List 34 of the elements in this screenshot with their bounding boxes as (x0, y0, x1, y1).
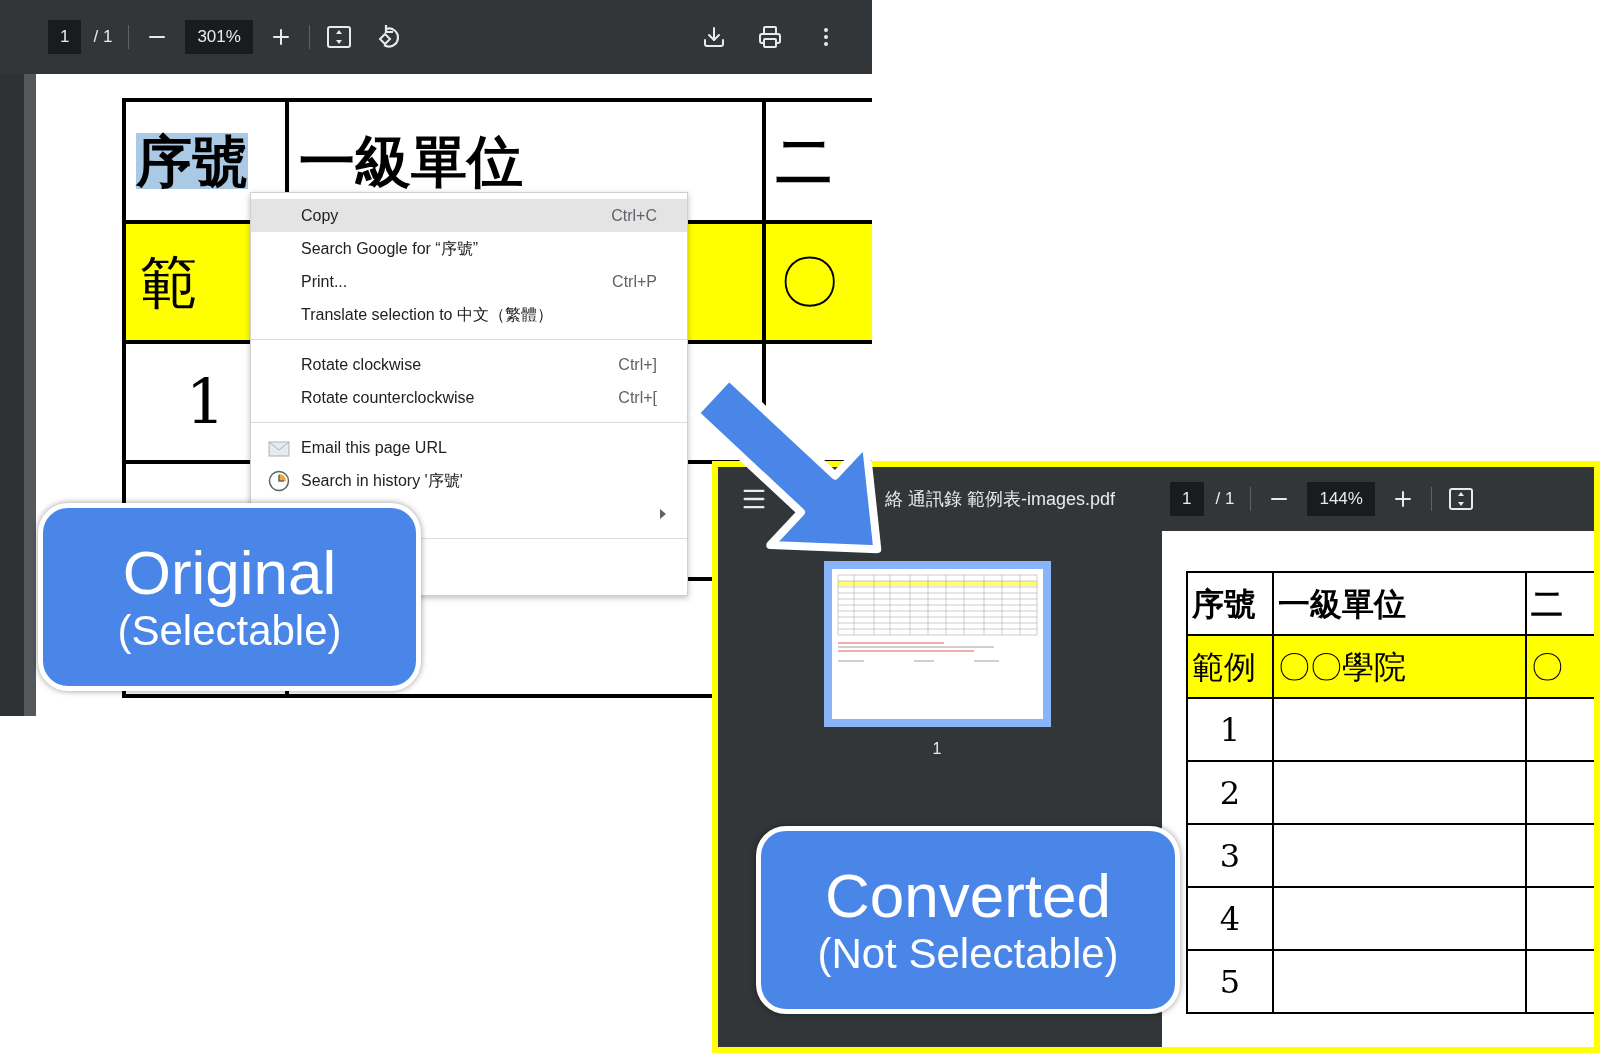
table-cell: 3 (1188, 825, 1274, 888)
document-title: 絡 通訊錄 範例表-images.pdf (885, 487, 1116, 511)
table-cell: 2 (1188, 762, 1274, 825)
table-cell: 5 (1188, 951, 1274, 1014)
header-text: 一級單位 (299, 133, 523, 189)
header-text: 二 (776, 133, 832, 189)
fit-page-icon[interactable] (325, 24, 352, 50)
envelope-icon (268, 438, 290, 457)
callout-subtitle: (Selectable) (117, 606, 342, 656)
table-cell: 1 (1188, 699, 1274, 762)
header-text: 序號 (136, 133, 248, 189)
callout-subtitle: (Not Selectable) (817, 929, 1119, 979)
zoom-field[interactable]: 301% (185, 20, 253, 54)
table-cell: 4 (1188, 888, 1274, 951)
print-icon[interactable] (758, 25, 782, 49)
table-cell: 〇 (1527, 636, 1594, 699)
zoom-field[interactable]: 144% (1307, 482, 1375, 516)
download-icon[interactable] (702, 25, 726, 49)
clock-icon (268, 469, 290, 492)
callout-title: Original (122, 538, 337, 607)
table-cell: 〇〇學院 (1274, 636, 1527, 699)
page-number-field[interactable]: 1 (1170, 482, 1204, 516)
callout-title: Converted (824, 861, 1112, 930)
page-thumbnail[interactable] (823, 561, 1051, 727)
menu-item[interactable]: Copy Ctrl+C (251, 199, 687, 232)
page-number-field[interactable]: 1 (48, 20, 82, 54)
menu-item[interactable]: Search in history '序號' (251, 464, 687, 497)
page-total: / 1 (93, 26, 113, 49)
submenu-arrow-icon (659, 507, 667, 520)
fit-page-icon[interactable] (1447, 486, 1474, 512)
table-cell: 〇 (766, 224, 872, 340)
table-cell: 範例 (1188, 636, 1274, 699)
thumbnail-label: 1 (932, 739, 942, 759)
page-total: / 1 (1215, 488, 1235, 511)
